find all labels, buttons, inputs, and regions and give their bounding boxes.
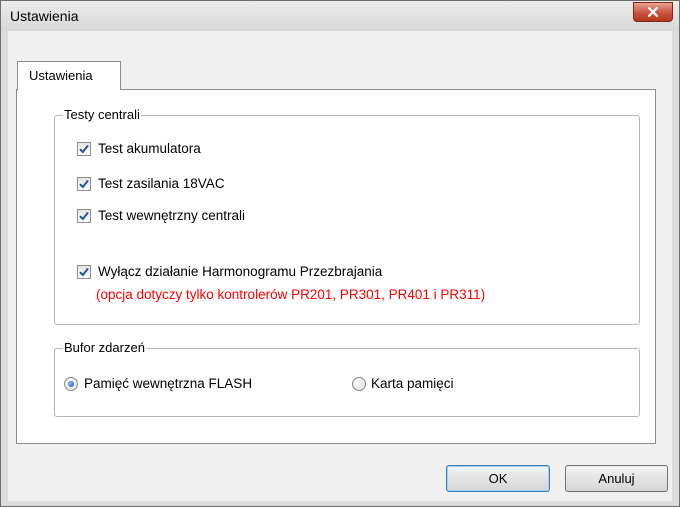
- radio-selected-dot: [68, 381, 74, 387]
- cancel-button[interactable]: Anuluj: [565, 465, 668, 492]
- memory-card-label[interactable]: Karta pamięci: [371, 376, 454, 392]
- schedule-note: (opcja dotyczy tylko kontrolerów PR201, …: [96, 287, 486, 302]
- battery-test-label[interactable]: Test akumulatora: [98, 141, 201, 157]
- memory-card-radio[interactable]: [352, 377, 366, 391]
- title-bar[interactable]: Ustawienia: [1, 1, 679, 31]
- power-test-label[interactable]: Test zasilania 18VAC: [98, 176, 225, 192]
- checkmark-icon: [79, 144, 89, 154]
- checkmark-icon: [79, 211, 89, 221]
- internal-test-label[interactable]: Test wewnętrzny centrali: [98, 208, 245, 224]
- checkmark-icon: [79, 179, 89, 189]
- tests-group-title: Testy centrali: [63, 107, 141, 123]
- window-title: Ustawienia: [10, 8, 79, 24]
- tab-ustawienia[interactable]: Ustawienia: [17, 61, 121, 90]
- close-icon: [647, 6, 659, 18]
- flash-memory-label[interactable]: Pamięć wewnętrzna FLASH: [84, 376, 252, 392]
- buffer-group-title: Bufor zdarzeń: [63, 340, 146, 356]
- checkmark-icon: [79, 267, 89, 277]
- flash-memory-radio[interactable]: [64, 377, 78, 391]
- disable-schedule-label[interactable]: Wyłącz działanie Harmonogramu Przezbraja…: [98, 264, 382, 280]
- tab-label: Ustawienia: [29, 68, 93, 83]
- disable-schedule-checkbox[interactable]: [77, 265, 91, 279]
- close-button[interactable]: [633, 2, 673, 22]
- ok-button[interactable]: OK: [446, 465, 550, 492]
- battery-test-checkbox[interactable]: [77, 142, 91, 156]
- internal-test-checkbox[interactable]: [77, 209, 91, 223]
- power-test-checkbox[interactable]: [77, 177, 91, 191]
